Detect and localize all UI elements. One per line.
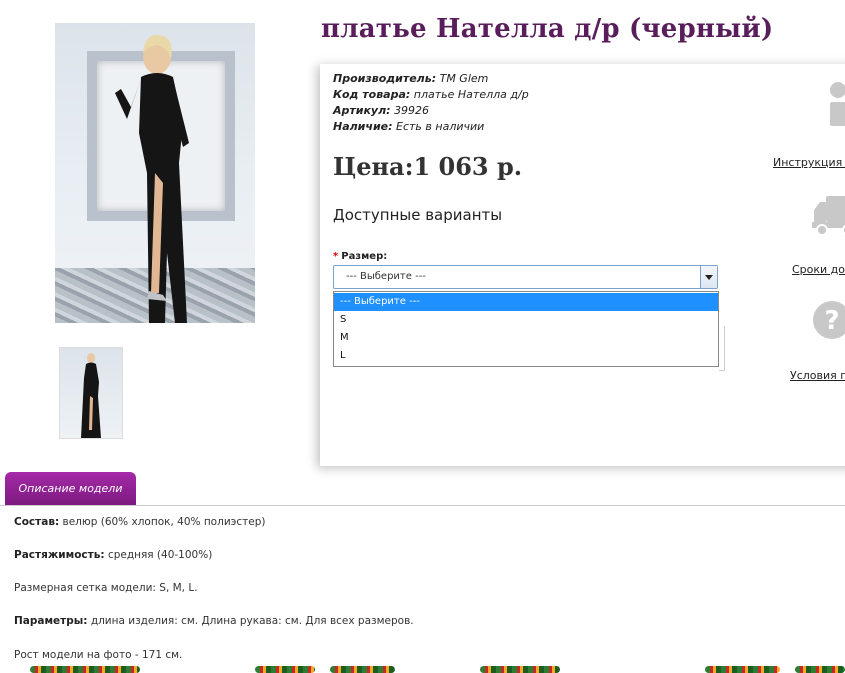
decorative-garland xyxy=(0,664,845,673)
variants-heading: Доступные варианты xyxy=(333,206,503,224)
sidebar-link-delivery[interactable]: Сроки дос xyxy=(792,263,845,276)
size-label-text: Размер: xyxy=(341,251,388,262)
availability-value: Есть в наличии xyxy=(396,120,485,133)
product-main-image[interactable] xyxy=(55,23,255,323)
size-select-value: --- Выберите --- xyxy=(346,271,426,282)
sku-value: 39926 xyxy=(394,104,430,117)
model-figure xyxy=(115,34,189,323)
desc-stretch: Растяжимость: средняя (40-100%) xyxy=(14,549,213,561)
desc-composition-text: велюр (60% хлопок, 40% полиэстер) xyxy=(62,516,266,528)
product-info-panel: Производитель: TM Glem Код товара: плать… xyxy=(320,64,845,466)
sidebar-link-conditions[interactable]: Условия по xyxy=(790,369,845,382)
size-dropdown-list: --- Выберите --- S M L xyxy=(333,291,719,367)
manufacturer-value: TM Glem xyxy=(439,72,489,85)
product-thumbnail[interactable] xyxy=(59,347,123,439)
desc-parameters-text: длина изделия: см. Длина рукава: см. Для… xyxy=(90,615,414,627)
meta-manufacturer: Производитель: TM Glem xyxy=(333,72,489,85)
sidebar-link-instructions[interactable]: Инструкция п xyxy=(773,156,845,169)
product-meta: Производитель: TM Glem Код товара: плать… xyxy=(333,71,529,135)
required-mark: * xyxy=(333,251,339,262)
size-option-m[interactable]: M xyxy=(334,329,718,347)
size-option-l[interactable]: L xyxy=(334,347,718,365)
meta-availability: Наличие: Есть в наличии xyxy=(333,120,485,133)
size-option-s[interactable]: S xyxy=(334,311,718,329)
size-label: * Размер: xyxy=(333,251,387,262)
desc-composition: Состав: велюр (60% хлопок, 40% полиэстер… xyxy=(14,516,266,528)
product-price: Цена:1 063 р. xyxy=(333,152,523,181)
desc-model-height: Рост модели на фото - 171 см. xyxy=(14,649,183,661)
thumbnail-model-figure xyxy=(81,353,101,438)
svg-text:?: ? xyxy=(824,306,839,336)
info-icon[interactable] xyxy=(822,80,845,128)
select-shadow-edge xyxy=(719,326,725,371)
tab-divider xyxy=(0,505,845,506)
tab-model-description[interactable]: Описание модели xyxy=(5,472,136,505)
desc-stretch-text: средняя (40-100%) xyxy=(107,549,213,561)
meta-sku: Артикул: 39926 xyxy=(333,104,430,117)
desc-parameters: Параметры: длина изделия: см. Длина рука… xyxy=(14,615,414,627)
size-option-placeholder[interactable]: --- Выберите --- xyxy=(334,293,718,311)
product-code-value: платье Нателла д/р xyxy=(413,88,529,101)
product-title: платье Нателла д/р (черный) xyxy=(321,14,774,44)
chevron-down-icon[interactable] xyxy=(700,266,717,288)
question-icon[interactable]: ? xyxy=(812,296,845,346)
truck-icon[interactable] xyxy=(812,192,845,236)
meta-product-code: Код товара: платье Нателла д/р xyxy=(333,88,529,101)
desc-size-grid: Размерная сетка модели: S, M, L. xyxy=(14,582,198,594)
size-select[interactable]: --- Выберите --- xyxy=(333,265,718,289)
